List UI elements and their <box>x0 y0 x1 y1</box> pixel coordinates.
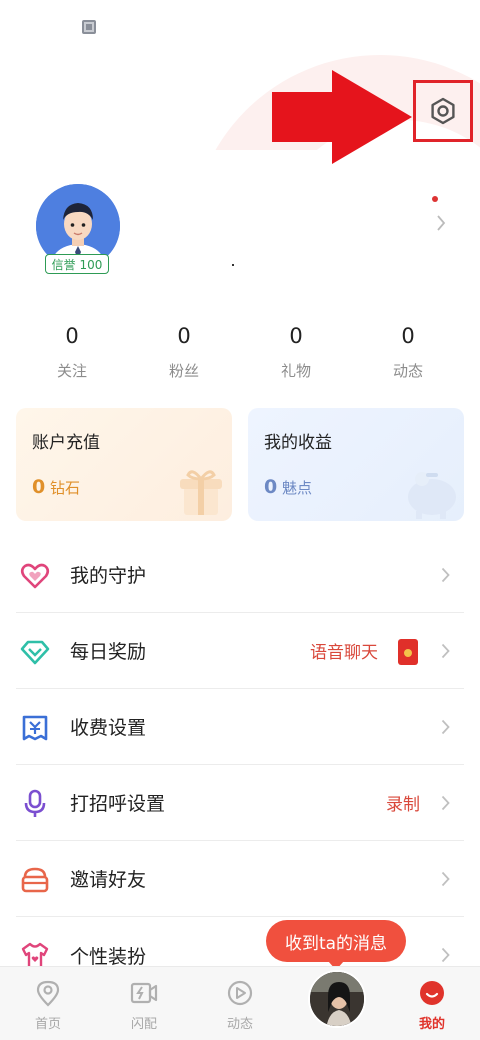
charm-amount: 0 <box>264 476 278 498</box>
stat-value: 0 <box>177 324 191 348</box>
income-card[interactable]: 我的收益 0 魅点 <box>248 408 464 521</box>
stats-row: 0 关注 0 粉丝 0 礼物 0 动态 <box>16 322 464 381</box>
charm-balance: 0 魅点 <box>264 476 312 498</box>
chevron-right-icon <box>441 643 450 659</box>
tab-label: 首页 <box>34 1017 61 1032</box>
menu-item-greeting-settings[interactable]: 打招呼设置 录制 <box>16 765 464 841</box>
diamond-icon <box>20 640 50 665</box>
menu-item-label: 收费设置 <box>70 717 147 739</box>
voice-chat-link[interactable]: 语音聊天 <box>310 638 378 663</box>
bottom-tab-bar: 首页 闪配 动态 我的 <box>0 966 480 1040</box>
heart-shield-icon <box>20 563 50 589</box>
live-user-avatar[interactable] <box>308 970 366 1028</box>
yen-receipt-icon <box>22 715 48 741</box>
stat-gifts[interactable]: 0 礼物 <box>240 322 352 381</box>
stat-label: 关注 <box>56 362 87 380</box>
stat-label: 动态 <box>392 362 423 380</box>
menu-item-daily-reward[interactable]: 每日奖励 语音聊天 <box>16 613 464 689</box>
profile-chevron-icon[interactable] <box>436 214 446 232</box>
stat-value: 0 <box>65 324 79 348</box>
notification-dot <box>432 196 438 202</box>
chevron-right-icon <box>441 795 450 811</box>
tab-home[interactable]: 首页 <box>0 967 96 1040</box>
chevron-right-icon <box>441 871 450 887</box>
microphone-icon <box>24 789 46 817</box>
mailbox-icon <box>21 867 49 893</box>
stat-value: 0 <box>401 324 415 348</box>
menu-item-fee-settings[interactable]: 收费设置 <box>16 689 464 765</box>
diamond-amount: 0 <box>32 476 46 498</box>
new-message-bubble[interactable]: 收到ta的消息 <box>266 920 406 970</box>
chevron-right-icon <box>441 719 450 735</box>
menu-item-invite-friends[interactable]: 邀请好友 <box>16 841 464 917</box>
stat-label: 礼物 <box>280 362 311 380</box>
income-title: 我的收益 <box>264 433 332 453</box>
menu-item-label: 每日奖励 <box>70 641 147 663</box>
charm-unit: 魅点 <box>282 479 313 497</box>
menu-item-label: 我的守护 <box>70 565 147 587</box>
tab-moments[interactable]: 动态 <box>192 967 288 1040</box>
video-flash-icon <box>130 982 158 1004</box>
piggy-bank-icon <box>408 472 456 519</box>
tab-label: 动态 <box>226 1017 253 1032</box>
tab-quick-match[interactable]: 闪配 <box>96 967 192 1040</box>
diamond-unit: 钻石 <box>50 479 81 497</box>
stat-fans[interactable]: 0 粉丝 <box>128 322 240 381</box>
diamond-balance: 0 钻石 <box>32 476 80 498</box>
menu-item-label: 邀请好友 <box>70 869 147 891</box>
dot-mark <box>232 264 234 266</box>
recharge-card[interactable]: 账户充值 0 钻石 <box>16 408 232 521</box>
tab-label: 闪配 <box>130 1017 157 1032</box>
settings-hexagon-icon <box>431 97 455 125</box>
menu-item-label: 打招呼设置 <box>70 793 166 815</box>
recharge-title: 账户充值 <box>32 433 100 453</box>
red-packet-icon <box>398 639 418 665</box>
stat-label: 粉丝 <box>168 362 199 380</box>
stat-value: 0 <box>289 324 303 348</box>
stat-moments[interactable]: 0 动态 <box>352 322 464 381</box>
chevron-right-icon <box>441 567 450 583</box>
tab-label: 我的 <box>418 1017 445 1032</box>
menu-item-label: 个性装扮 <box>70 945 147 968</box>
record-link[interactable]: 录制 <box>386 790 420 815</box>
chevron-right-icon <box>441 947 450 963</box>
play-circle-icon <box>227 980 253 1006</box>
credit-badge: 信誉 100 <box>45 254 109 274</box>
settings-button[interactable] <box>413 80 473 142</box>
location-pin-icon <box>36 980 60 1007</box>
gift-box-icon <box>180 470 222 515</box>
notification-status-icon <box>82 20 96 34</box>
me-icon <box>420 981 444 1005</box>
red-arrow-annotation <box>272 70 412 164</box>
stat-following[interactable]: 0 关注 <box>16 322 128 381</box>
tab-me[interactable]: 我的 <box>384 967 480 1040</box>
menu-item-guardian[interactable]: 我的守护 <box>16 537 464 613</box>
